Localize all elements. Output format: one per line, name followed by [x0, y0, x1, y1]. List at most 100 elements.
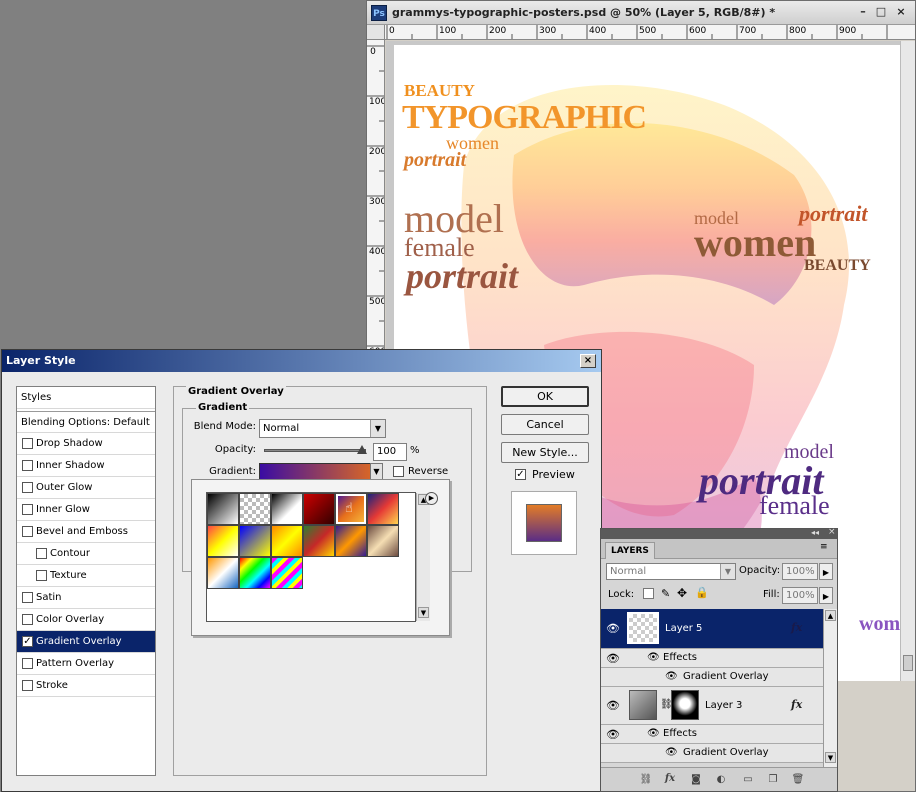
checkbox[interactable] [22, 680, 33, 691]
preview-checkbox[interactable]: ✓ [515, 469, 526, 480]
visibility-eye-icon[interactable]: 👁 [606, 622, 620, 635]
fx-icon[interactable]: fx [791, 698, 802, 711]
visibility-eye-icon[interactable]: 👁 [606, 652, 620, 665]
opacity-input[interactable]: 100 [373, 443, 407, 461]
lock-pixels-icon[interactable]: ✎ [661, 587, 670, 600]
arrow-right-icon[interactable]: ▶ [819, 563, 833, 580]
gradient-swatch[interactable] [335, 525, 367, 557]
gradient-swatch[interactable] [271, 493, 303, 525]
opacity-slider-thumb[interactable] [357, 445, 367, 454]
style-drop-shadow[interactable]: Drop Shadow [17, 433, 155, 455]
style-inner-shadow[interactable]: Inner Shadow [17, 455, 155, 477]
dialog-close-button[interactable]: × [580, 354, 596, 368]
checkbox[interactable] [36, 570, 47, 581]
lock-transparency-icon[interactable] [643, 588, 654, 599]
panel-menu-icon[interactable]: ≡ [820, 542, 828, 552]
scroll-up-icon[interactable]: ▲ [825, 610, 836, 621]
visibility-eye-icon[interactable]: 👁 [606, 699, 620, 712]
document-vertical-scrollbar[interactable] [900, 41, 915, 681]
gradient-swatch[interactable] [239, 525, 271, 557]
layer-blend-mode-select[interactable]: Normal ▼ [606, 563, 736, 580]
style-outer-glow[interactable]: Outer Glow [17, 477, 155, 499]
ruler-origin[interactable] [367, 25, 385, 40]
trash-icon[interactable]: 🗑 [791, 773, 805, 787]
cancel-button[interactable]: Cancel [501, 414, 589, 435]
layers-scrollbar[interactable]: ▲ ▼ [823, 609, 837, 767]
checkbox[interactable] [22, 526, 33, 537]
checkbox-checked[interactable]: ✓ [22, 636, 33, 647]
close-window-button[interactable]: × [893, 5, 909, 20]
gradient-swatch[interactable] [207, 493, 239, 525]
style-pattern-overlay[interactable]: Pattern Overlay [17, 653, 155, 675]
effect-item-row[interactable]: 👁 Gradient Overlay [601, 744, 823, 763]
effect-eye-icon[interactable]: 👁 [647, 652, 660, 663]
opacity-slider-track[interactable] [264, 449, 366, 452]
lock-position-icon[interactable]: ✥ [677, 586, 687, 600]
style-gradient-overlay[interactable]: ✓ Gradient Overlay [17, 631, 155, 653]
style-inner-glow[interactable]: Inner Glow [17, 499, 155, 521]
lock-all-icon[interactable]: 🔒 [695, 586, 709, 599]
layer-row[interactable]: 👁 ⛓ Layer 3 fx [601, 687, 823, 725]
checkbox[interactable] [22, 614, 33, 625]
gradient-swatch[interactable] [303, 525, 335, 557]
tab-layers[interactable]: LAYERS [605, 542, 655, 559]
layer-name[interactable]: Layer 3 [705, 700, 742, 711]
style-satin[interactable]: Satin [17, 587, 155, 609]
effect-item-row[interactable]: 👁 Gradient Overlay [601, 668, 823, 687]
new-layer-icon[interactable]: ❐ [766, 773, 780, 787]
dialog-titlebar[interactable]: Layer Style × [2, 350, 601, 372]
checkbox[interactable] [22, 460, 33, 471]
fill-input[interactable]: 100% [782, 587, 818, 604]
new-style-button[interactable]: New Style... [501, 442, 589, 463]
gradient-swatch[interactable] [367, 493, 399, 525]
style-bevel-emboss[interactable]: Bevel and Emboss [17, 521, 155, 543]
fx-icon[interactable]: fx [791, 621, 802, 634]
adjustment-icon[interactable]: ◐ [714, 773, 728, 787]
layer-mask-thumbnail[interactable] [671, 690, 699, 720]
link-icon[interactable]: ⛓ [639, 773, 653, 787]
group-icon[interactable]: ▭ [741, 773, 755, 787]
checkbox[interactable] [22, 482, 33, 493]
fx-icon[interactable]: fx [663, 773, 677, 787]
style-texture[interactable]: Texture [17, 565, 155, 587]
ok-button[interactable]: OK [501, 386, 589, 407]
arrow-right-icon[interactable]: ▶ [819, 587, 833, 604]
reverse-checkbox[interactable] [393, 466, 404, 477]
document-titlebar[interactable]: Ps grammys-typographic-posters.psd @ 50%… [367, 1, 915, 25]
scroll-down-icon[interactable]: ▼ [825, 752, 836, 763]
gradient-swatch[interactable] [239, 557, 271, 589]
layer-opacity-input[interactable]: 100% [782, 563, 818, 580]
style-contour[interactable]: Contour [17, 543, 155, 565]
checkbox[interactable] [22, 592, 33, 603]
gradient-swatch[interactable] [207, 525, 239, 557]
blending-options[interactable]: Blending Options: Default [17, 411, 155, 433]
mask-icon[interactable]: ◙ [689, 773, 703, 787]
effects-row[interactable]: 👁 👁 Effects [601, 725, 823, 744]
effects-row[interactable]: 👁 👁 Effects [601, 649, 823, 668]
blend-mode-select[interactable]: Normal ▼ [259, 419, 386, 438]
gradient-swatch[interactable] [207, 557, 239, 589]
gradient-swatch[interactable] [271, 557, 303, 589]
style-stroke[interactable]: Stroke [17, 675, 155, 697]
visibility-eye-icon[interactable]: 👁 [606, 728, 620, 741]
gradient-swatch[interactable] [271, 525, 303, 557]
scroll-down-icon[interactable]: ▼ [418, 607, 429, 618]
styles-header[interactable]: Styles [17, 387, 155, 409]
picker-scrollbar[interactable]: ▲ ▼ [416, 493, 430, 621]
effect-eye-icon[interactable]: 👁 [647, 728, 660, 739]
close-panel-icon[interactable]: × [828, 527, 836, 537]
checkbox[interactable] [22, 504, 33, 515]
collapse-icon[interactable]: ◂◂ [811, 528, 819, 537]
checkbox[interactable] [36, 548, 47, 559]
layer-name[interactable]: Layer 5 [665, 623, 702, 634]
horizontal-ruler[interactable]: 0 100 200 300 400 500 600 700 800 900 [385, 25, 915, 40]
maximize-button[interactable]: □ [873, 5, 889, 20]
gradient-swatch[interactable] [239, 493, 271, 525]
scrollbar-thumb[interactable] [903, 655, 913, 671]
effect-eye-icon[interactable]: 👁 [665, 747, 678, 758]
minimize-button[interactable]: – [855, 5, 871, 20]
checkbox[interactable] [22, 438, 33, 449]
gradient-swatch[interactable] [367, 525, 399, 557]
style-color-overlay[interactable]: Color Overlay [17, 609, 155, 631]
checkbox[interactable] [22, 658, 33, 669]
